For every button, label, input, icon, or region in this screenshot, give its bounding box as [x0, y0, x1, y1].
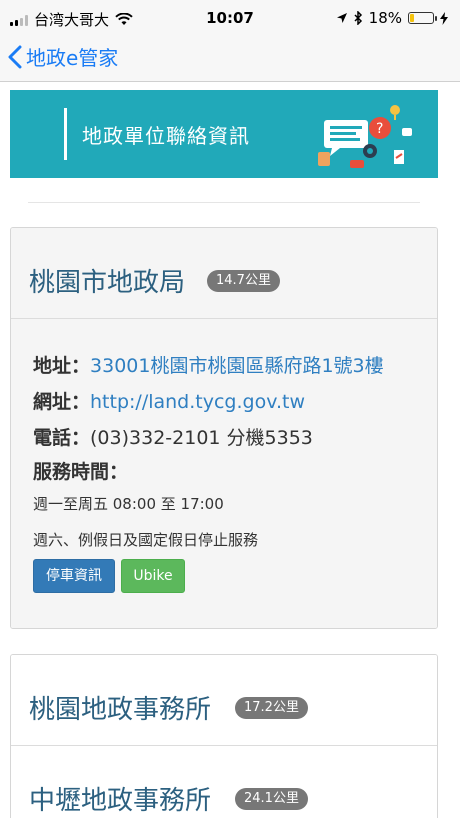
distance-badge: 17.2公里 [235, 697, 308, 719]
chevron-left-icon [8, 45, 22, 68]
battery-percent: 18% [368, 9, 402, 27]
contact-illustration-icon: ? [318, 105, 412, 168]
banner-title: 地政單位聯絡資訊 [82, 124, 250, 148]
office-name: 桃園地政事務所 [29, 695, 212, 725]
header-banner: 地政單位聯絡資訊 ? [10, 90, 438, 178]
back-button[interactable]: 地政e管家 [8, 42, 118, 71]
address-label: 地址： [33, 355, 91, 377]
office-name: 桃園市地政局 [29, 268, 186, 298]
distance-badge: 14.7公里 [207, 270, 280, 292]
office-details-1: 地址：33001桃園市桃園區縣府路1號3樓 網址：http://land.tyc… [11, 318, 437, 628]
phone-row: 電話：(03)332-2101 分機5353 [33, 423, 313, 450]
status-bar: 台湾大哥大 10:07 18% [0, 0, 460, 36]
office-header-3[interactable]: 中壢地政事務所 24.1公里 [11, 745, 437, 818]
hours-row: 服務時間： [33, 457, 128, 484]
hours-label: 服務時間： [33, 461, 129, 483]
website-link[interactable]: http://land.tycg.gov.tw [90, 391, 305, 413]
office-panel-1: 桃園市地政局 14.7公里 地址：33001桃園市桃園區縣府路1號3樓 網址：h… [10, 227, 438, 629]
website-row: 網址：http://land.tycg.gov.tw [33, 387, 305, 414]
phone-number[interactable]: (03)332-2101 分機5353 [90, 427, 313, 449]
divider [28, 202, 420, 203]
office-name: 中壢地政事務所 [29, 786, 212, 816]
bluetooth-icon [354, 11, 362, 25]
hours-note: 週六、例假日及國定假日停止服務 [33, 531, 259, 549]
battery-icon [408, 12, 437, 24]
svg-text:?: ? [376, 121, 383, 137]
website-label: 網址： [33, 391, 91, 413]
banner-accent-bar [64, 108, 67, 160]
nav-bar: 地政e管家 [0, 36, 460, 82]
ubike-button[interactable]: Ubike [121, 559, 185, 593]
status-right: 18% [336, 9, 448, 27]
back-label: 地政e管家 [26, 46, 119, 70]
distance-badge: 24.1公里 [235, 788, 308, 810]
phone-label: 電話： [33, 427, 91, 449]
office-panel-2: 桃園地政事務所 17.2公里 中壢地政事務所 24.1公里 [10, 654, 438, 818]
location-arrow-icon [336, 13, 347, 23]
address-row: 地址：33001桃園市桃園區縣府路1號3樓 [33, 351, 384, 378]
charging-icon [440, 11, 448, 25]
parking-info-button[interactable]: 停車資訊 [33, 559, 115, 593]
address-link[interactable]: 33001桃園市桃園區縣府路1號3樓 [90, 355, 384, 377]
main-content: 地政單位聯絡資訊 ? 桃園市地政局 14.7公里 地址：33001桃園市桃園區縣… [0, 82, 460, 818]
office-header-2[interactable]: 桃園地政事務所 17.2公里 [11, 655, 437, 745]
hours-weekday: 週一至周五 08:00 至 17:00 [33, 495, 224, 513]
office-header-1[interactable]: 桃園市地政局 14.7公里 [11, 228, 437, 318]
